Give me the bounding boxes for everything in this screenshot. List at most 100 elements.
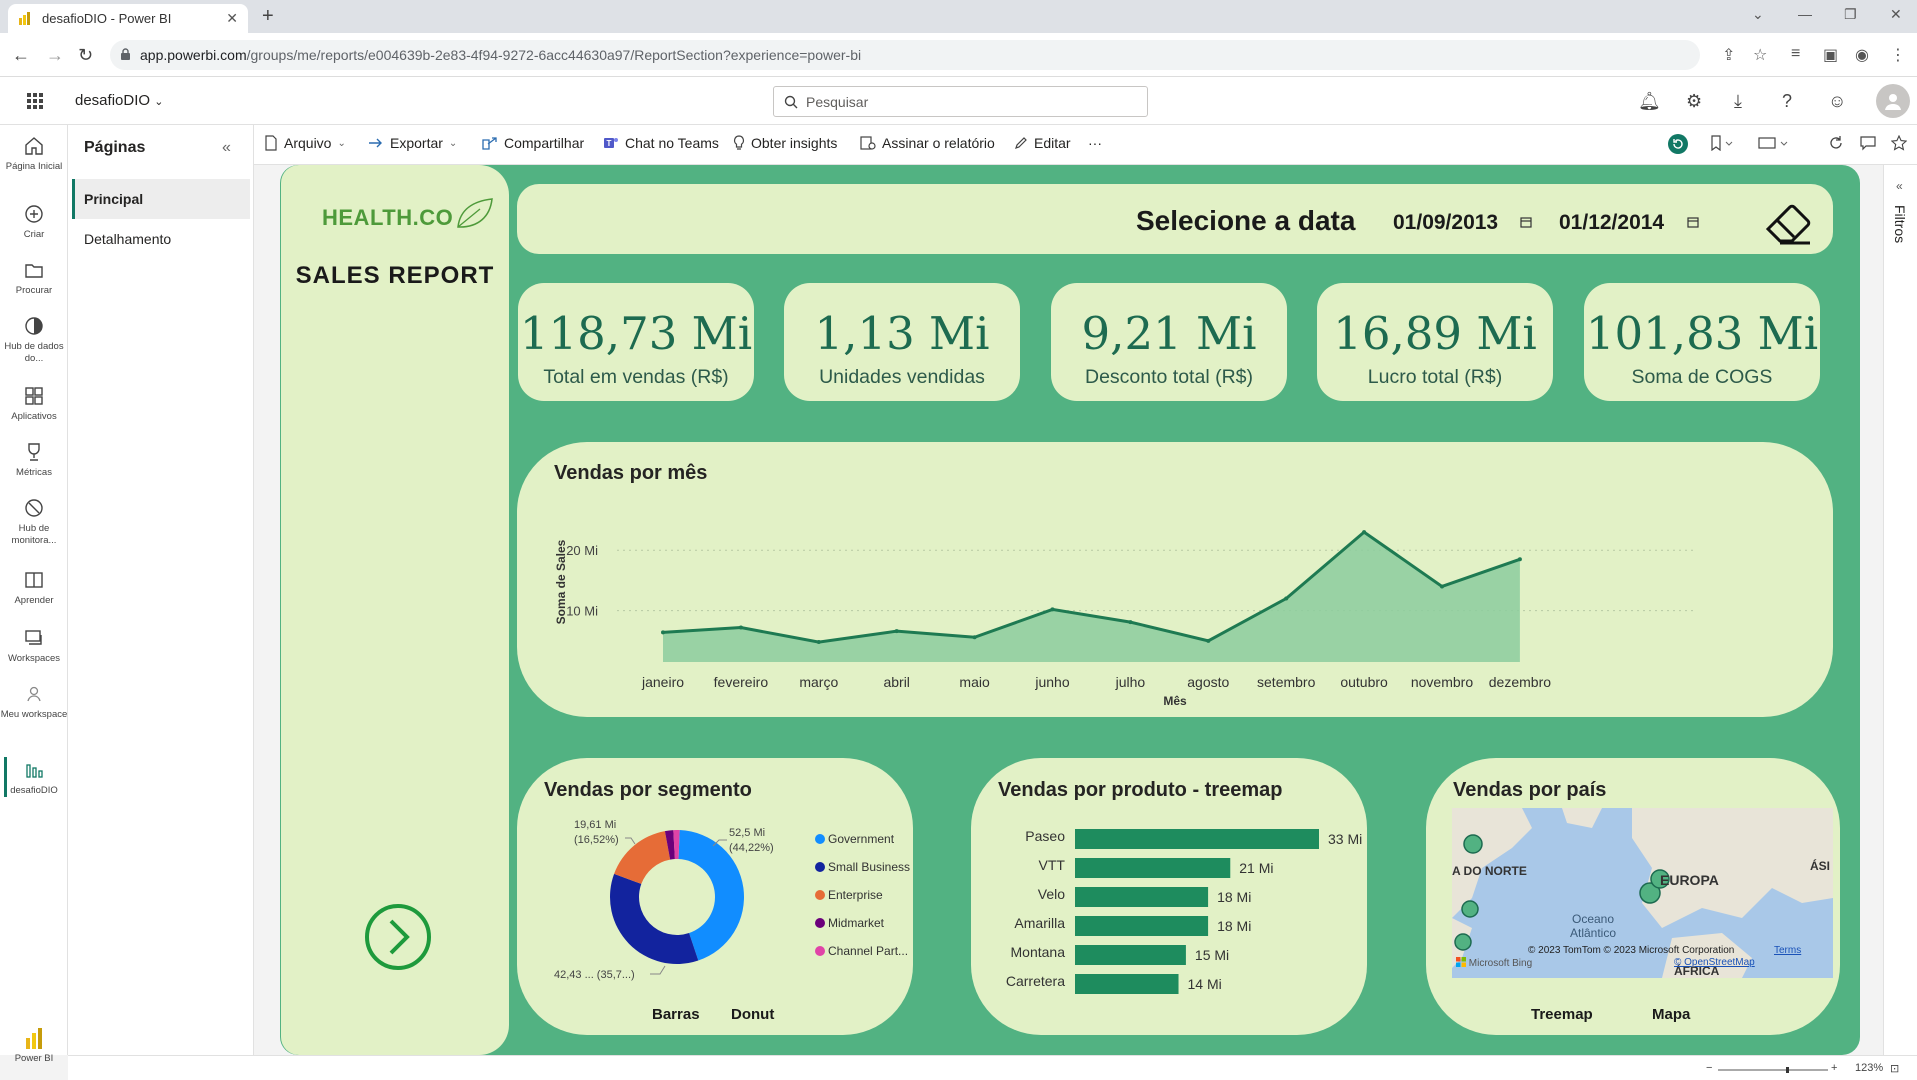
kpi-label: Total em vendas (R$)	[543, 366, 729, 388]
minimize-icon[interactable]: —	[1798, 6, 1812, 22]
toggle-treemap-button[interactable]: Treemap	[1531, 1006, 1593, 1023]
search-icon	[784, 95, 798, 108]
search-placeholder: Pesquisar	[806, 93, 869, 110]
nav-my-workspace[interactable]: Meu workspace	[0, 683, 68, 721]
powerbi-logo[interactable]: Power BI	[0, 1028, 68, 1064]
reload-icon[interactable]: ↻	[78, 45, 93, 66]
calendar-icon[interactable]	[1687, 216, 1699, 228]
profile-icon[interactable]: ◉	[1855, 45, 1869, 65]
settings-gear-icon[interactable]: ⚙	[1686, 91, 1702, 112]
legend-marker	[815, 918, 825, 928]
chat-teams-button[interactable]: T Chat no Teams	[603, 135, 719, 151]
nav-home[interactable]: Página Inicial	[0, 135, 68, 173]
bar-chart-svg[interactable]: Paseo 33 Mi VTT 21 Mi Velo 18 Mi Amarilla 18 Mi…	[971, 815, 1367, 1005]
tab-search-icon[interactable]: ⌄	[1752, 6, 1764, 23]
editar-button[interactable]: Editar	[1014, 135, 1071, 151]
exportar-menu[interactable]: Exportar ⌄	[368, 135, 457, 151]
kpi-card-total-vendas: 118,73 Mi Total em vendas (R$)	[518, 283, 754, 401]
compartilhar-button[interactable]: Compartilhar	[482, 135, 584, 151]
y-axis-title: Soma de Sales	[554, 539, 568, 624]
y-tick-label: 20 Mi	[566, 543, 598, 558]
map-terms-link[interactable]: Terms	[1774, 945, 1801, 956]
nav-datahub[interactable]: Hub de dados do...	[0, 315, 68, 365]
bookmark-icon[interactable]	[1710, 135, 1734, 151]
nav-learn[interactable]: Aprender	[0, 569, 68, 607]
map-osm-link[interactable]: © OpenStreetMap	[1674, 957, 1755, 968]
bing-label: Microsoft Bing	[1468, 958, 1533, 969]
next-page-arrow-icon[interactable]	[364, 903, 432, 971]
nav-monitoring[interactable]: Hub de monitora...	[0, 497, 68, 547]
date-start-field[interactable]: 01/09/2013	[1393, 211, 1498, 235]
notifications-icon[interactable]: 🔔︎	[1638, 91, 1661, 112]
toggle-mapa-button[interactable]: Mapa	[1652, 1006, 1690, 1023]
datahub-icon	[25, 317, 43, 335]
forward-icon[interactable]: →	[46, 45, 64, 66]
pencil-icon	[1015, 137, 1027, 149]
restore-icon[interactable]: ❐	[1844, 6, 1857, 23]
date-filter-label: Selecione a data	[1136, 205, 1356, 236]
page-principal[interactable]: Principal	[72, 179, 250, 219]
zoom-out-icon[interactable]: −	[1706, 1062, 1712, 1074]
toggle-donut-button[interactable]: Donut	[731, 1006, 774, 1023]
nav-workspaces[interactable]: Workspaces	[0, 627, 68, 665]
bar-category-label: Amarilla	[1014, 915, 1065, 931]
page-detalhamento[interactable]: Detalhamento	[72, 219, 250, 259]
x-tick-label: agosto	[1187, 674, 1229, 690]
zoom-slider[interactable]	[1718, 1067, 1828, 1073]
new-tab-icon[interactable]: +	[262, 5, 274, 28]
browser-tabstrip: desafioDIO - Power BI ✕ + ⌄ — ❐ ✕	[0, 0, 1917, 33]
powerbi-logo-label: Power BI	[14, 1053, 54, 1064]
close-window-icon[interactable]: ✕	[1890, 6, 1902, 23]
side-panel-icon[interactable]: ▣	[1823, 45, 1838, 65]
view-icon[interactable]	[1758, 135, 1790, 151]
comment-icon[interactable]	[1860, 135, 1876, 151]
nav-create[interactable]: Criar	[0, 203, 68, 241]
toggle-barras-button[interactable]: Barras	[652, 1006, 700, 1023]
powerbi-favicon-icon	[19, 11, 30, 25]
eraser-clear-filters-icon[interactable]	[1764, 199, 1814, 245]
country-map[interactable]: A DO NORTE EUROPA ÁSI Oceano Atlântico Á…	[1452, 808, 1833, 978]
feedback-smiley-icon[interactable]: ☺	[1828, 91, 1846, 112]
browser-tab[interactable]: desafioDIO - Power BI ✕	[8, 4, 248, 33]
nav-report-desafiodio[interactable]: desafioDIO	[0, 759, 68, 797]
url-field[interactable]: app.powerbi.com/groups/me/reports/e00463…	[110, 40, 1700, 70]
expand-filters-icon[interactable]: «	[1896, 179, 1903, 193]
calendar-icon[interactable]	[1520, 216, 1532, 228]
collapse-pages-icon[interactable]: «	[222, 139, 231, 157]
more-options-button[interactable]: ···	[1088, 135, 1102, 151]
share-page-icon[interactable]: ⇪	[1722, 45, 1735, 65]
user-avatar[interactable]	[1876, 84, 1910, 118]
refresh-icon[interactable]	[1828, 135, 1844, 151]
help-icon[interactable]: ?	[1782, 91, 1792, 112]
close-tab-icon[interactable]: ✕	[226, 10, 238, 27]
map-label-north-america: A DO NORTE	[1452, 864, 1527, 878]
fit-to-page-icon[interactable]: ⊡	[1890, 1062, 1899, 1075]
favorite-star-icon[interactable]	[1891, 135, 1907, 151]
x-axis-title: Mês	[1163, 694, 1187, 708]
nav-metrics[interactable]: Métricas	[0, 441, 68, 479]
obter-insights-button[interactable]: Obter insights	[733, 135, 837, 151]
nav-browse[interactable]: Procurar	[0, 259, 68, 297]
bookmark-star-icon[interactable]: ☆	[1753, 45, 1767, 65]
data-point	[661, 630, 665, 635]
compartilhar-label: Compartilhar	[504, 135, 585, 151]
zoom-in-icon[interactable]: +	[1831, 1062, 1837, 1074]
reset-refresh-icon[interactable]	[1667, 133, 1689, 155]
area-chart-svg[interactable]: 10 Mi 20 Mi janeiro fevereiro março abril maio…	[517, 510, 1833, 710]
reading-list-icon[interactable]: ≡	[1791, 45, 1800, 63]
app-launcher-icon[interactable]	[27, 93, 43, 109]
arquivo-menu[interactable]: Arquivo ⌄	[264, 135, 346, 151]
data-point	[1284, 596, 1289, 601]
workspace-breadcrumb[interactable]: desafioDIO ⌄	[75, 92, 163, 109]
donut-chart-svg[interactable]: 52,5 Mi (44,22%) 42,43 ... (35,7...) 19,61 …	[517, 808, 913, 998]
browser-menu-icon[interactable]: ⋮	[1890, 45, 1906, 65]
back-icon[interactable]: ←	[12, 45, 30, 66]
assinar-relatorio-button[interactable]: Assinar o relatório	[860, 135, 995, 151]
nav-apps[interactable]: Aplicativos	[0, 385, 68, 423]
bar-category-label: Paseo	[1025, 828, 1065, 844]
search-input[interactable]: Pesquisar	[773, 86, 1148, 117]
bar	[1075, 974, 1179, 994]
download-icon[interactable]: ⤓	[1734, 91, 1742, 112]
date-end-field[interactable]: 01/12/2014	[1559, 211, 1664, 235]
filters-pane[interactable]: « Filtros	[1883, 165, 1917, 1055]
